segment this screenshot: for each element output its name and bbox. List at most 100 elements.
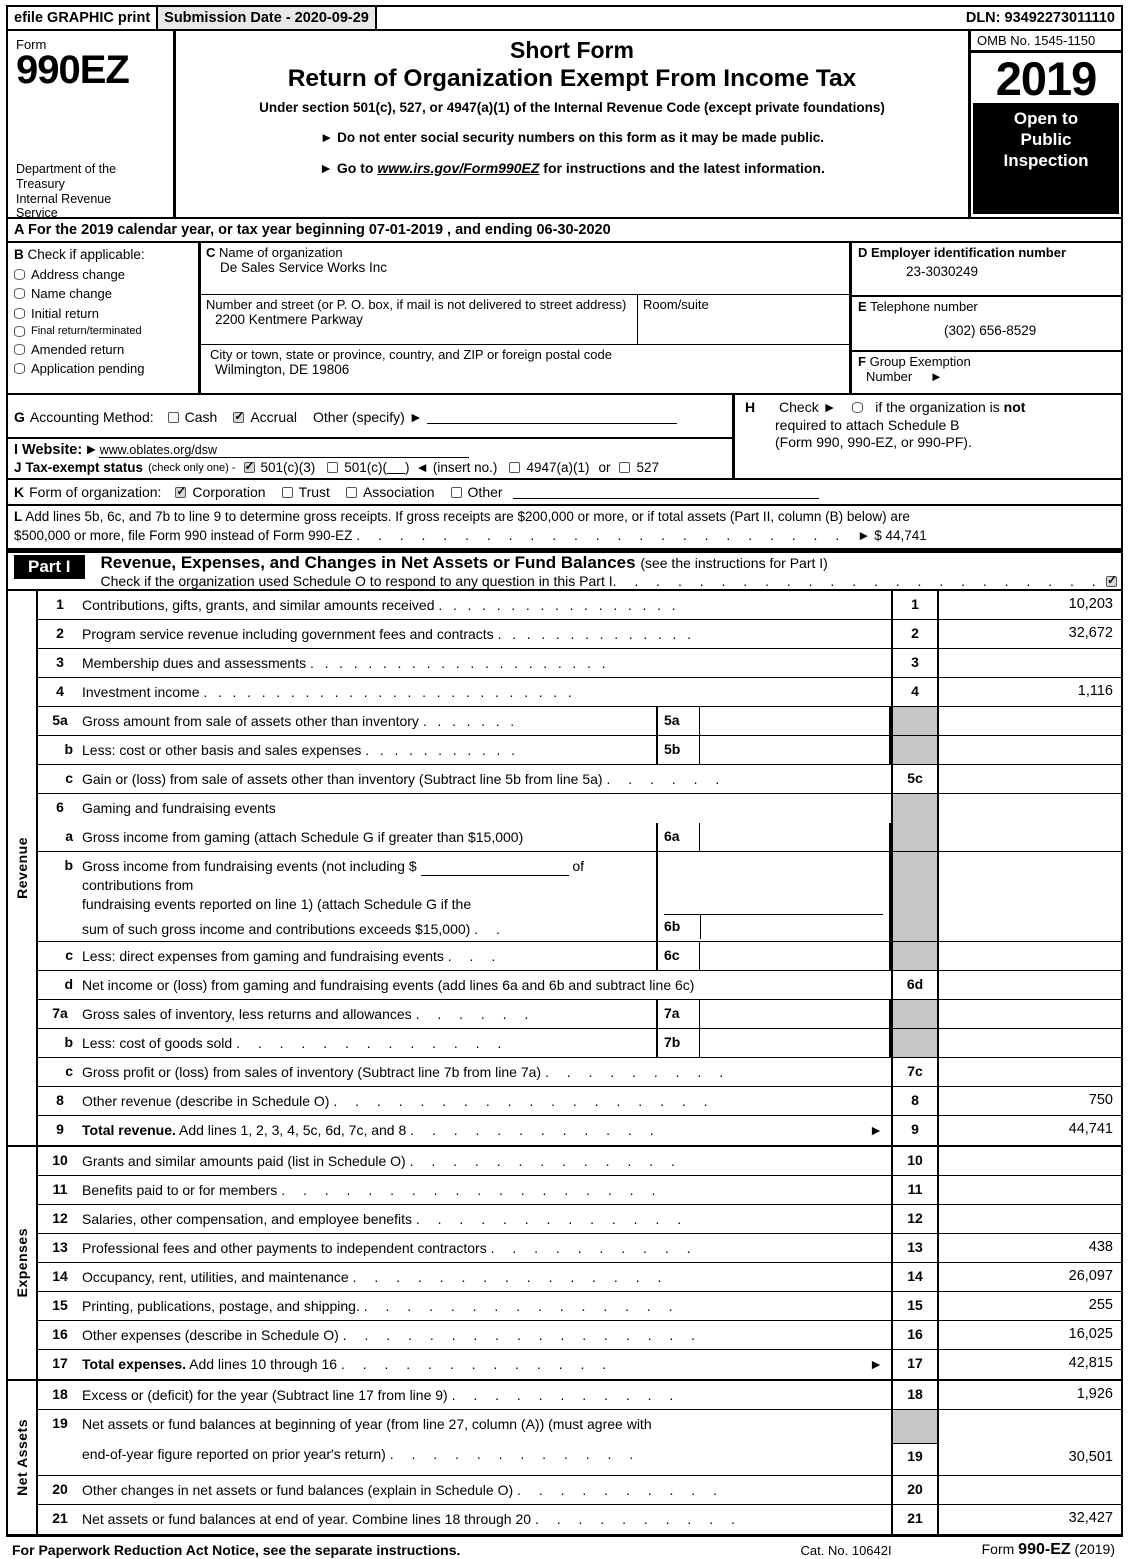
row-label: Gross income from gaming (attach Schedul… <box>82 829 524 846</box>
checkbox-icon[interactable] <box>14 307 25 319</box>
checkbox-icon[interactable] <box>14 288 25 299</box>
amount-value[interactable]: 750 <box>939 1087 1121 1115</box>
row-label: Gain or (loss) from sale of assets other… <box>82 771 603 788</box>
triangle-icon: ► <box>869 1122 883 1138</box>
amount-value[interactable]: 1,926 <box>939 1381 1121 1409</box>
sub-line-number: 6c <box>658 942 700 970</box>
amount-value[interactable] <box>939 1205 1121 1233</box>
checkbox-icon[interactable] <box>450 486 462 498</box>
amount-value[interactable]: 16,025 <box>939 1321 1121 1349</box>
checkbox-icon[interactable] <box>619 462 631 473</box>
leader-dots: . . . . . . . . . . . . . . . . . . . . … <box>310 655 609 672</box>
checkbox-icon[interactable] <box>852 402 864 413</box>
irs-form990ez-link[interactable]: www.irs.gov/Form990EZ <box>377 160 539 176</box>
amount-value[interactable]: 438 <box>939 1234 1121 1262</box>
contributions-amount-input[interactable] <box>420 863 569 877</box>
sub-amount-value[interactable] <box>700 942 889 970</box>
amount-value[interactable] <box>939 649 1121 677</box>
sub-line-number: 7a <box>658 1000 700 1028</box>
other-method-input[interactable] <box>426 411 677 424</box>
line-number: 5c <box>891 765 939 794</box>
row-number: 21 <box>52 1510 68 1526</box>
line-j-tax-exempt-status: J Tax-exempt status (check only one) - 5… <box>8 458 732 478</box>
checkbox-icon[interactable] <box>14 268 25 280</box>
table-row: 13 Professional fees and other payments … <box>38 1234 1121 1263</box>
line-number: 8 <box>891 1087 939 1115</box>
box-h-letter: H <box>745 399 756 415</box>
insert-no-input[interactable] <box>387 461 406 474</box>
checkbox-icon[interactable] <box>14 325 25 337</box>
amount-value[interactable] <box>939 971 1121 999</box>
checkbox-icon[interactable] <box>509 462 521 473</box>
line-number <box>891 1000 939 1028</box>
row-label: Less: cost of goods sold <box>82 1035 233 1051</box>
checkbox-icon[interactable] <box>175 484 186 498</box>
amount-value[interactable] <box>939 765 1121 793</box>
checkbox-icon[interactable] <box>345 486 357 498</box>
checkbox-address-change[interactable]: Address change <box>14 267 198 282</box>
amount-value[interactable]: 30,501 <box>939 1449 1113 1475</box>
row-label-line-1: Gross income from fundraising events (no… <box>82 858 585 894</box>
checkbox-icon[interactable] <box>1106 573 1117 587</box>
amount-value[interactable] <box>939 1147 1121 1175</box>
line-i-letter: I <box>14 442 19 458</box>
sub-amount-value[interactable] <box>700 823 889 851</box>
sub-amount-value[interactable] <box>700 707 889 735</box>
dln-label: DLN: 93492273011110 <box>965 10 1115 26</box>
amount-value[interactable]: 32,672 <box>939 620 1121 648</box>
amount-value[interactable]: 32,427 <box>939 1505 1121 1534</box>
leader-dots: . . . . . . . . . . <box>534 1511 742 1527</box>
goto-prefix: Go to <box>336 160 374 176</box>
checkbox-application-pending[interactable]: Application pending <box>14 361 198 376</box>
checkbox-icon[interactable] <box>327 462 339 473</box>
phone-cell: E Telephone number (302) 656-8529 <box>852 297 1121 352</box>
amount-value[interactable] <box>939 1176 1121 1204</box>
checkbox-icon[interactable] <box>14 363 25 374</box>
sub-line-number: 6b <box>664 914 700 934</box>
checkbox-amended-return[interactable]: Amended return <box>14 342 198 357</box>
checkbox-final-return-terminated[interactable]: Final return/terminated <box>14 325 198 337</box>
leader-dots: . . . . . . . . . . . . . <box>340 1356 614 1372</box>
part-1-tag: Part I <box>14 555 85 580</box>
other-org-input[interactable] <box>512 486 819 499</box>
checkbox-initial-return[interactable]: Initial return <box>14 306 198 321</box>
sub-amount-value[interactable] <box>700 1029 889 1057</box>
table-row: 17 Total expenses. Add lines 10 through … <box>38 1350 1121 1379</box>
amount-value <box>939 736 1121 764</box>
amount-value[interactable] <box>939 1476 1121 1504</box>
opt-corporation-label: Corporation <box>192 484 266 500</box>
website-value[interactable]: www.oblates.org/dsw <box>98 443 469 458</box>
line-a-tax-year: A For the 2019 calendar year, or tax yea… <box>6 219 1123 243</box>
line-l-letter: L <box>14 509 23 524</box>
sub-amount-box: 7a <box>656 1000 891 1028</box>
expenses-label-text: Expenses <box>14 1228 30 1298</box>
amount-value[interactable]: 26,097 <box>939 1263 1121 1291</box>
amount-value[interactable]: 255 <box>939 1292 1121 1320</box>
amount-value[interactable]: 42,815 <box>939 1350 1121 1379</box>
table-row: 15 Printing, publications, postage, and … <box>38 1292 1121 1321</box>
amount-value[interactable]: 10,203 <box>939 591 1121 619</box>
amount-value[interactable]: 44,741 <box>939 1116 1121 1145</box>
table-row: b Gross income from fundraising events (… <box>38 852 1121 942</box>
row-number: 18 <box>52 1386 68 1402</box>
checkbox-icon[interactable] <box>281 486 293 498</box>
row-text-cell: Program service revenue including govern… <box>82 620 891 648</box>
checkbox-icon[interactable] <box>233 409 244 423</box>
line-g-label: Accounting Method: <box>29 409 154 425</box>
checkbox-icon[interactable] <box>14 343 25 355</box>
city-label: City or town, state or province, country… <box>210 347 612 362</box>
leader-dots: . . . . . . <box>415 1006 536 1022</box>
row-label: Gross sales of inventory, less returns a… <box>82 1006 412 1022</box>
checkbox-icon[interactable] <box>243 459 255 473</box>
amount-value[interactable] <box>939 1058 1121 1086</box>
checkbox-icon[interactable] <box>167 411 179 423</box>
line-number: 2 <box>891 620 939 649</box>
sub-amount-value[interactable] <box>700 1000 889 1028</box>
checkbox-name-change[interactable]: Name change <box>14 286 198 301</box>
sub-amount-value[interactable] <box>700 736 889 764</box>
tax-year: 2019 <box>995 52 1098 105</box>
opt-other-label: Other <box>467 484 503 500</box>
sub-amount-value[interactable] <box>700 914 883 940</box>
table-row: 4 Investment income . . . . . . . . . . … <box>38 678 1121 708</box>
amount-value[interactable]: 1,116 <box>939 678 1121 706</box>
